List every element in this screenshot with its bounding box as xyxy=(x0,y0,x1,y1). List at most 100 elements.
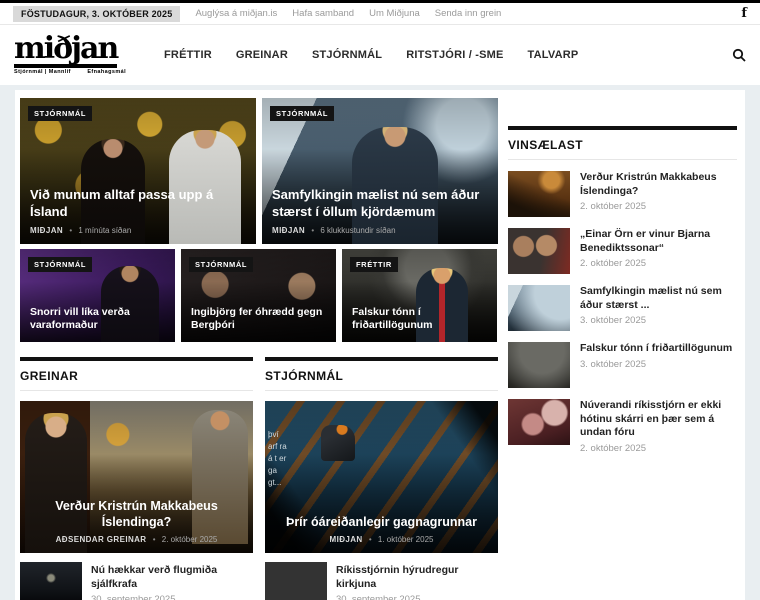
article-title[interactable]: Núverandi ríkisstjórn er ekki hótinu ská… xyxy=(580,399,737,440)
meta-separator: • xyxy=(368,535,372,544)
card-overlay: Verður Kristrún Makkabeus Íslendinga? AÐ… xyxy=(20,489,253,554)
article-thumbnail xyxy=(508,399,570,445)
section-greinar: GREINAR Verður Kristrún Makkabeus Íslend… xyxy=(20,357,253,600)
nav-ritstjori[interactable]: RITSTJÓRI / -SME xyxy=(406,49,503,61)
facebook-icon[interactable]: f xyxy=(741,7,747,20)
clipped-excerpt: því arf ra á t er ga gt... xyxy=(268,430,287,487)
logo-tagline-right: Efnahagsmál xyxy=(87,68,126,75)
card-overlay: Snorri vill líka verða varaformaður xyxy=(20,297,175,342)
search-icon[interactable] xyxy=(732,48,746,62)
article-title[interactable]: Nú hækkar verð flugmiða sjálfkrafa xyxy=(91,564,253,591)
list-item-text: Verður Kristrún Makkabeus Íslendinga? 2.… xyxy=(580,171,737,217)
category-badge[interactable]: STJÓRNMÁL xyxy=(270,106,335,121)
popular-item-5[interactable]: Núverandi ríkisstjórn er ekki hótinu ská… xyxy=(508,399,737,454)
featured-row-small: STJÓRNMÁL Snorri vill líka verða varafor… xyxy=(20,244,498,342)
category-badge[interactable]: FRÉTTIR xyxy=(350,257,398,272)
nav-greinar[interactable]: GREINAR xyxy=(236,49,288,61)
topbar-link-about[interactable]: Um Miðjuna xyxy=(369,8,420,19)
article-author[interactable]: AÐSENDAR GREINAR xyxy=(56,535,147,544)
article-title[interactable]: Falskur tónn í friðartillögunum xyxy=(352,306,487,333)
article-title[interactable]: Snorri vill líka verða varaformaður xyxy=(30,306,165,333)
greinar-main-card[interactable]: Verður Kristrún Makkabeus Íslendinga? AÐ… xyxy=(20,401,253,553)
list-item-text: Núverandi ríkisstjórn er ekki hótinu ská… xyxy=(580,399,737,454)
article-title[interactable]: Við munum alltaf passa upp á Ísland xyxy=(30,187,246,221)
article-time: 6 klukkustundir síðan xyxy=(320,226,396,235)
article-time: 1 mínúta síðan xyxy=(78,226,132,235)
stjornmal-list-item[interactable]: Ríkisstjórnin hýrudregur kirkjuna 30. se… xyxy=(265,562,498,600)
greinar-list-item[interactable]: Nú hækkar verð flugmiða sjálfkrafa 30. s… xyxy=(20,562,253,600)
article-meta: MIÐJAN • 1. október 2025 xyxy=(275,535,488,544)
logo-tagline: Stjórnmál | Mannlíf Efnahagsmál xyxy=(14,69,126,75)
article-date: 2. október 2025 xyxy=(580,442,647,454)
article-title[interactable]: Ríkisstjórnin hýrudregur kirkjuna xyxy=(336,564,498,591)
article-meta: AÐSENDAR GREINAR • 2. október 2025 xyxy=(30,535,243,544)
article-title[interactable]: Verður Kristrún Makkabeus Íslendinga? xyxy=(30,498,243,531)
article-title[interactable]: Samfylkingin mælist nú sem áður stærst .… xyxy=(580,285,737,312)
section-stjornmal: STJÓRNMÁL því arf ra á t er ga gt... Þrí… xyxy=(265,357,498,600)
list-item-text: Ríkisstjórnin hýrudregur kirkjuna 30. se… xyxy=(336,562,498,600)
nav-stjornmal[interactable]: STJÓRNMÁL xyxy=(312,49,382,61)
featured-card-3[interactable]: STJÓRNMÁL Snorri vill líka verða varafor… xyxy=(20,249,175,342)
nav-frettir[interactable]: FRÉTTIR xyxy=(164,49,212,61)
article-date: 3. október 2025 xyxy=(580,315,647,327)
featured-card-4[interactable]: STJÓRNMÁL Ingibjörg fer óhrædd gegn Berg… xyxy=(181,249,336,342)
article-title[interactable]: „Einar Örn er vinur Bjarna Benediktssona… xyxy=(580,228,737,255)
article-title[interactable]: Ingibjörg fer óhrædd gegn Bergþóri xyxy=(191,306,326,333)
article-date: 1. október 2025 xyxy=(377,535,434,544)
article-meta: MIÐJAN • 6 klukkustundir síðan xyxy=(272,226,488,235)
popular-item-3[interactable]: Samfylkingin mælist nú sem áður stærst .… xyxy=(508,285,737,331)
article-title[interactable]: Falskur tónn í friðartillögunum xyxy=(580,342,732,356)
sidebar-header: VINSÆLAST xyxy=(508,126,737,160)
site-header: miðjan Stjórnmál | Mannlíf Efnahagsmál F… xyxy=(0,25,760,85)
popular-item-2[interactable]: „Einar Örn er vinur Bjarna Benediktssona… xyxy=(508,228,737,274)
section-title[interactable]: STJÓRNMÁL xyxy=(265,361,498,391)
article-title[interactable]: Samfylkingin mælist nú sem áður stærst í… xyxy=(272,187,488,221)
sidebar-title: VINSÆLAST xyxy=(508,130,737,160)
category-badge[interactable]: STJÓRNMÁL xyxy=(28,257,93,272)
article-date: 30. september 2025 xyxy=(336,594,421,600)
topbar-link-submit[interactable]: Senda inn grein xyxy=(435,8,502,19)
nav-talvarp[interactable]: TALVARP xyxy=(528,49,579,61)
featured-card-5[interactable]: FRÉTTIR Falskur tónn í friðartillögunum xyxy=(342,249,497,342)
article-thumbnail xyxy=(508,285,570,331)
main-column: STJÓRNMÁL Við munum alltaf passa upp á Í… xyxy=(20,98,498,600)
topbar-link-contact[interactable]: Hafa samband xyxy=(292,8,354,19)
category-badge[interactable]: STJÓRNMÁL xyxy=(189,257,254,272)
article-author[interactable]: MIÐJAN xyxy=(30,226,63,235)
stjornmal-main-card[interactable]: því arf ra á t er ga gt... Þrír óáreiðan… xyxy=(265,401,498,553)
article-title[interactable]: Verður Kristrún Makkabeus Íslendinga? xyxy=(580,171,737,198)
article-author[interactable]: MIÐJAN xyxy=(272,226,305,235)
article-meta: MIÐJAN • 1 mínúta síðan xyxy=(30,226,246,235)
article-thumbnail xyxy=(508,228,570,274)
article-thumbnail xyxy=(265,562,327,600)
featured-card-1[interactable]: STJÓRNMÁL Við munum alltaf passa upp á Í… xyxy=(20,98,256,244)
main-nav: FRÉTTIR GREINAR STJÓRNMÁL RITSTJÓRI / -S… xyxy=(164,49,578,61)
article-thumbnail xyxy=(508,342,570,388)
meta-separator: • xyxy=(69,226,73,235)
article-date: 3. október 2025 xyxy=(580,358,647,370)
article-author[interactable]: MIÐJAN xyxy=(330,535,363,544)
photo-figure xyxy=(320,425,355,462)
list-item-text: Samfylkingin mælist nú sem áður stærst .… xyxy=(580,285,737,331)
list-item-text: „Einar Örn er vinur Bjarna Benediktssona… xyxy=(580,228,737,274)
logo-tagline-left: Stjórnmál | Mannlíf xyxy=(14,68,71,75)
topbar-link-advertise[interactable]: Auglýsa á miðjan.is xyxy=(195,8,277,19)
topbar: FÖSTUDAGUR, 3. OKTÓBER 2025 Auglýsa á mi… xyxy=(0,3,760,25)
article-title[interactable]: Þrír óáreiðanlegir gagnagrunnar xyxy=(275,514,488,530)
list-item-text: Falskur tónn í friðartillögunum 3. októb… xyxy=(580,342,732,388)
article-thumbnail xyxy=(20,562,82,600)
lower-sections: GREINAR Verður Kristrún Makkabeus Íslend… xyxy=(20,357,498,600)
card-overlay: Falskur tónn í friðartillögunum xyxy=(342,297,497,342)
article-date: 2. október 2025 xyxy=(161,535,218,544)
site-logo[interactable]: miðjan Stjórnmál | Mannlíf Efnahagsmál xyxy=(14,34,132,75)
sidebar: VINSÆLAST Verður Kristrún Makkabeus Ísle… xyxy=(508,98,740,600)
article-date: 2. október 2025 xyxy=(580,201,647,213)
popular-item-4[interactable]: Falskur tónn í friðartillögunum 3. októb… xyxy=(508,342,737,388)
card-overlay: Við munum alltaf passa upp á Ísland MIÐJ… xyxy=(20,178,256,244)
popular-item-1[interactable]: Verður Kristrún Makkabeus Íslendinga? 2.… xyxy=(508,171,737,217)
article-date: 2. október 2025 xyxy=(580,258,647,270)
category-badge[interactable]: STJÓRNMÁL xyxy=(28,106,93,121)
article-date: 30. september 2025 xyxy=(91,594,176,600)
section-title[interactable]: GREINAR xyxy=(20,361,253,391)
featured-card-2[interactable]: STJÓRNMÁL Samfylkingin mælist nú sem áðu… xyxy=(262,98,498,244)
